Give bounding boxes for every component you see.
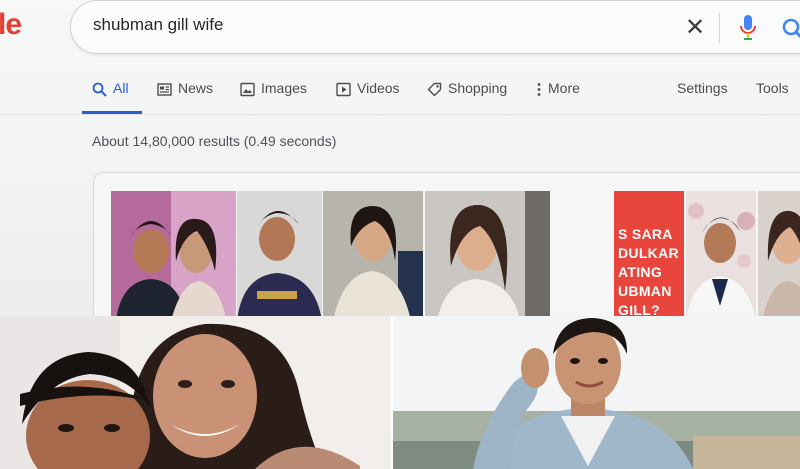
close-icon[interactable]: ✕ bbox=[685, 13, 705, 41]
tab-label: Videos bbox=[357, 80, 400, 96]
tab-shopping[interactable]: Shopping bbox=[427, 80, 507, 116]
thumbnail-caption: S SARA DULKAR ATING UBMAN GILL? bbox=[618, 226, 679, 316]
tools-label: Tools bbox=[756, 80, 789, 96]
image-result-thumbnail[interactable] bbox=[237, 191, 322, 316]
tabs-divider bbox=[0, 114, 800, 115]
tab-images[interactable]: Images bbox=[240, 80, 307, 116]
man-photo bbox=[393, 316, 800, 469]
settings-link[interactable]: Settings bbox=[677, 80, 728, 116]
search-divider bbox=[719, 13, 720, 43]
search-tabs: All News Images Videos Shopping More Set… bbox=[0, 80, 800, 118]
image-result-thumbnail[interactable] bbox=[686, 191, 756, 316]
image-icon bbox=[240, 82, 255, 97]
settings-label: Settings bbox=[677, 80, 728, 96]
tab-label: Shopping bbox=[448, 80, 508, 96]
tab-label: More bbox=[548, 80, 580, 96]
image-result-thumbnail[interactable] bbox=[425, 191, 550, 316]
tab-label: News bbox=[178, 80, 214, 96]
video-icon bbox=[336, 82, 351, 97]
couple-photo bbox=[0, 316, 393, 469]
search-logo[interactable]: le bbox=[0, 8, 22, 42]
tab-videos[interactable]: Videos bbox=[336, 80, 400, 116]
tab-label: All bbox=[113, 80, 129, 96]
image-result-thumbnail[interactable]: S SARA DULKAR ATING UBMAN GILL? bbox=[614, 191, 684, 316]
search-icon[interactable] bbox=[781, 17, 800, 41]
image-results-strip: S SARA DULKAR ATING UBMAN GILL? bbox=[93, 172, 800, 316]
search-input[interactable]: shubman gill wife bbox=[93, 15, 223, 35]
image-result-thumbnail[interactable] bbox=[323, 191, 423, 316]
news-icon bbox=[157, 83, 172, 96]
search-icon bbox=[92, 82, 107, 97]
result-stats: About 14,80,000 results (0.49 seconds) bbox=[92, 133, 337, 149]
more-vert-icon bbox=[537, 83, 541, 96]
image-result-thumbnail[interactable] bbox=[758, 191, 800, 316]
image-result-thumbnail[interactable] bbox=[111, 191, 236, 316]
tab-more[interactable]: More bbox=[536, 80, 580, 116]
search-results-screen: le shubman gill wife ✕ All News Images V… bbox=[0, 0, 800, 316]
tag-icon bbox=[427, 82, 442, 97]
tab-news[interactable]: News bbox=[157, 80, 213, 116]
microphone-icon[interactable] bbox=[739, 14, 757, 42]
search-box[interactable]: shubman gill wife ✕ bbox=[70, 0, 800, 54]
tools-link[interactable]: Tools bbox=[756, 80, 789, 116]
tab-label: Images bbox=[261, 80, 307, 96]
